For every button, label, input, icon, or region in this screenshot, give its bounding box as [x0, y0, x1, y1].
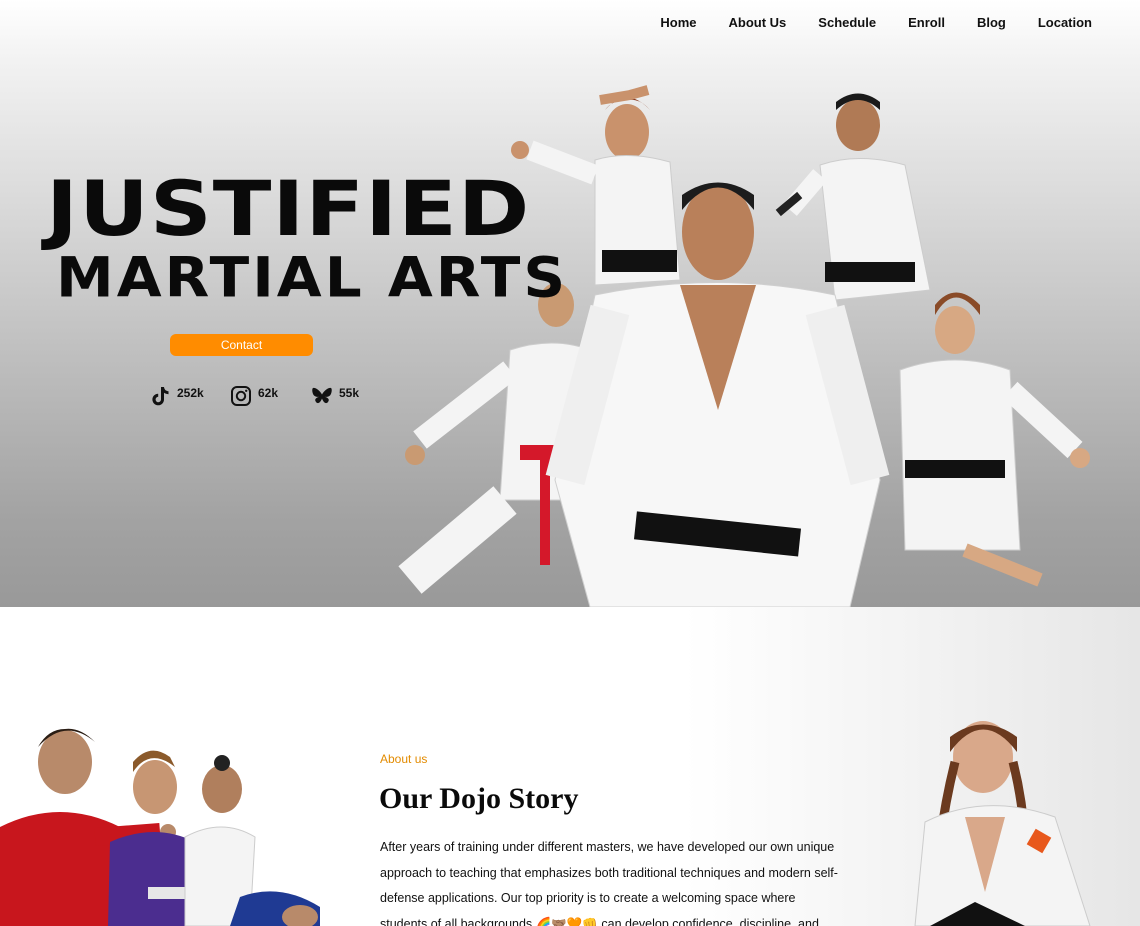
hero-section: Home About Us Schedule Enroll Blog Locat…: [0, 0, 1140, 607]
main-nav: Home About Us Schedule Enroll Blog Locat…: [660, 15, 1092, 31]
nav-enroll[interactable]: Enroll: [876, 15, 945, 31]
about-section: About us Our Dojo Story After years of t…: [0, 607, 1140, 926]
hero-title-line1: JUSTIFIED: [46, 165, 531, 254]
instagram-count: 62k: [258, 386, 279, 400]
social-bluesky[interactable]: 55k: [310, 384, 391, 408]
social-instagram[interactable]: 62k: [229, 384, 310, 408]
contact-button[interactable]: Contact: [170, 334, 313, 356]
hero-title: JUSTIFIED MARTIAL ARTS: [46, 165, 606, 310]
instagram-icon: [231, 386, 251, 406]
social-links: 252k 62k 55k: [148, 384, 391, 408]
nav-about-us[interactable]: About Us: [697, 15, 787, 31]
students-image: [0, 728, 320, 926]
figure-woman-right: [899, 292, 1090, 587]
social-tiktok[interactable]: 252k: [148, 384, 229, 408]
nav-home[interactable]: Home: [660, 15, 696, 31]
nav-blog[interactable]: Blog: [945, 15, 1006, 31]
butterfly-icon: [312, 387, 332, 404]
bluesky-count: 55k: [339, 386, 360, 400]
nav-schedule[interactable]: Schedule: [786, 15, 876, 31]
about-body: After years of training under different …: [380, 840, 838, 926]
instructor-image: [914, 721, 1091, 926]
about-title: Our Dojo Story: [379, 782, 579, 815]
tiktok-icon: [152, 387, 169, 406]
hero-title-line2: MARTIAL ARTS: [56, 245, 569, 310]
martial-artists-image: [398, 85, 1090, 607]
figure-man-back-right: [775, 93, 931, 301]
about-kicker: About us: [380, 752, 428, 766]
nav-location[interactable]: Location: [1006, 15, 1092, 31]
tiktok-count: 252k: [177, 386, 204, 400]
